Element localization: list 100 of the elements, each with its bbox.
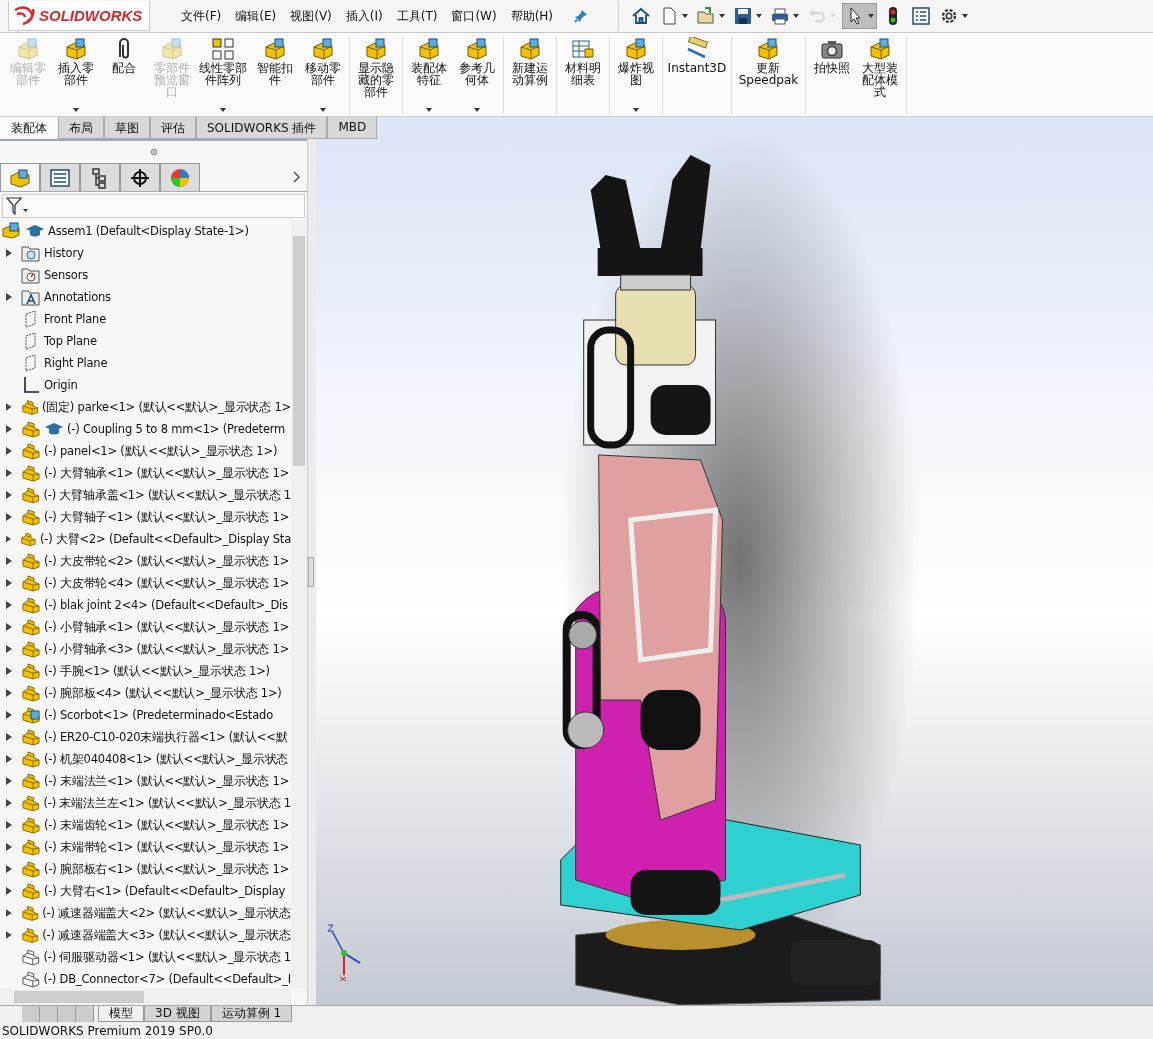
expand-arrow-icon[interactable]: [6, 777, 12, 785]
pin-icon[interactable]: [574, 9, 589, 23]
app-logo[interactable]: SOLIDWORKS: [8, 1, 150, 31]
panel-grip-icon[interactable]: [149, 148, 158, 156]
expand-arrow-icon[interactable]: [6, 843, 12, 851]
tree-item[interactable]: History: [0, 242, 291, 264]
menu-item[interactable]: 窗口(W): [444, 7, 504, 25]
tree-item[interactable]: (-) 腕部板右<1> (默认<<默认>_显示状态 1>: [0, 858, 291, 880]
command-tab[interactable]: SOLIDWORKS 插件: [196, 117, 328, 139]
filter-field[interactable]: [2, 194, 305, 218]
ribbon-button[interactable]: 配合: [100, 37, 148, 114]
tree-item[interactable]: (-) 大皮带轮<2> (默认<<默认>_显示状态 1>: [0, 550, 291, 572]
dimxpert-tab[interactable]: [120, 163, 160, 191]
tree-item[interactable]: (-) 减速器端盖大<2> (默认<<默认>_显示状态: [0, 902, 291, 924]
tree-item[interactable]: (-) 减速器端盖大<3> (默认<<默认>_显示状态: [0, 924, 291, 946]
tree-item[interactable]: Sensors: [0, 264, 291, 286]
expand-arrow-icon[interactable]: [6, 469, 12, 477]
ribbon-button[interactable]: 插入零部件: [52, 37, 100, 114]
expand-arrow-icon[interactable]: [6, 535, 12, 543]
menu-item[interactable]: 插入(I): [338, 7, 390, 25]
expand-arrow-icon[interactable]: [6, 887, 12, 895]
model-tab[interactable]: 运动算例 1: [210, 1006, 293, 1022]
horizontal-scrollbar[interactable]: [0, 989, 291, 1005]
feature-tree-tab[interactable]: [0, 163, 40, 191]
tree-item[interactable]: (-) 小臂轴承<1> (默认<<默认>_显示状态 1>: [0, 616, 291, 638]
expand-arrow-icon[interactable]: [6, 425, 12, 433]
ribbon-button[interactable]: Instant3D: [664, 37, 730, 114]
ribbon-button[interactable]: 新建运动算例: [505, 37, 554, 114]
tree-item[interactable]: (-) 末端法兰左<1> (默认<<默认>_显示状态 1: [0, 792, 291, 814]
tree-item[interactable]: (-) 手腕<1> (默认<<默认>_显示状态 1>): [0, 660, 291, 682]
expand-arrow-icon[interactable]: [6, 865, 12, 873]
expand-arrow-icon[interactable]: [6, 403, 12, 411]
tree-item[interactable]: Right Plane: [0, 352, 291, 374]
ribbon-button[interactable]: 拍快照: [807, 37, 856, 114]
properties-button[interactable]: [909, 4, 933, 28]
command-tab[interactable]: 草图: [104, 117, 150, 139]
ribbon-button[interactable]: 装配体特征: [404, 37, 453, 114]
tree-item[interactable]: (-) Scorbot<1> (Predeterminado<Estado: [0, 704, 291, 726]
expand-arrow-icon[interactable]: [6, 645, 12, 653]
configuration-tab[interactable]: [80, 163, 120, 191]
tree-item[interactable]: (-) Coupling 5 to 8 mm<1> (Predeterm: [0, 418, 291, 440]
expand-arrow-icon[interactable]: [6, 755, 12, 763]
select-button[interactable]: [842, 3, 877, 29]
expand-arrow-icon[interactable]: [6, 447, 12, 455]
tree-item[interactable]: (-) blak joint 2<4> (Default<<Default>_Dis: [0, 594, 291, 616]
tree-item[interactable]: (-) 大臂<2> (Default<<Default>_Display Sta: [0, 528, 291, 550]
tree-item[interactable]: (-) ER20-C10-020末端执行器<1> (默认<<默: [0, 726, 291, 748]
tree-item[interactable]: (-) 末端带轮<1> (默认<<默认>_显示状态 1>: [0, 836, 291, 858]
tree-item[interactable]: Front Plane: [0, 308, 291, 330]
expand-arrow-icon[interactable]: [6, 579, 12, 587]
menu-item[interactable]: 视图(V): [283, 7, 339, 25]
tree-item[interactable]: (-) 小臂轴承<3> (默认<<默认>_显示状态 1>: [0, 638, 291, 660]
ribbon-button[interactable]: 材料明细表: [558, 37, 607, 114]
tree-item[interactable]: (-) 机架040408<1> (默认<<默认>_显示状态: [0, 748, 291, 770]
command-tab[interactable]: 布局: [58, 117, 104, 139]
property-tab[interactable]: [40, 163, 80, 191]
chevron-right-icon[interactable]: [293, 171, 301, 183]
tree-item[interactable]: (-) 伺服驱动器<1> (默认<<默认>_显示状态 1: [0, 946, 291, 968]
expand-arrow-icon[interactable]: [6, 689, 12, 697]
menu-item[interactable]: 工具(T): [389, 7, 445, 25]
expand-arrow-icon[interactable]: [6, 667, 12, 675]
model-tab[interactable]: 3D 视图: [144, 1006, 211, 1022]
expand-arrow-icon[interactable]: [6, 557, 12, 565]
tree-item[interactable]: (-) panel<1> (默认<<默认>_显示状态 1>): [0, 440, 291, 462]
expand-arrow-icon[interactable]: [6, 491, 12, 499]
tree-item[interactable]: (-) 大皮带轮<4> (默认<<默认>_显示状态 1>: [0, 572, 291, 594]
expand-arrow-icon[interactable]: [6, 601, 12, 609]
menu-item[interactable]: 编辑(E): [228, 7, 284, 25]
expand-arrow-icon[interactable]: [6, 623, 12, 631]
menu-item[interactable]: 帮助(H): [503, 7, 561, 25]
vertical-scrollbar[interactable]: [291, 220, 307, 989]
expand-arrow-icon[interactable]: [6, 821, 12, 829]
model-tab[interactable]: 模型: [98, 1006, 144, 1022]
ribbon-button[interactable]: 大型装配体模式: [855, 37, 904, 114]
tree-item[interactable]: (-) 大臂右<1> (Default<<Default>_Display: [0, 880, 291, 902]
tree-item[interactable]: (-) 末端齿轮<1> (默认<<默认>_显示状态 1>: [0, 814, 291, 836]
command-tab[interactable]: 评估: [150, 117, 196, 139]
tree-item[interactable]: (-) 大臂轴子<1> (默认<<默认>_显示状态 1>: [0, 506, 291, 528]
tree-item[interactable]: Top Plane: [0, 330, 291, 352]
command-tab[interactable]: 装配体: [0, 117, 58, 139]
command-tab[interactable]: MBD: [327, 117, 378, 139]
ribbon-button[interactable]: 爆炸视图: [611, 37, 660, 114]
ribbon-button[interactable]: 智能扣件: [250, 37, 299, 114]
expand-arrow-icon[interactable]: [6, 799, 12, 807]
expand-arrow-icon[interactable]: [6, 249, 12, 257]
expand-arrow-icon[interactable]: [6, 909, 12, 917]
ribbon-button[interactable]: 线性零部件阵列: [196, 37, 251, 114]
tree-item[interactable]: (-) 大臂轴承<1> (默认<<默认>_显示状态 1>: [0, 462, 291, 484]
expand-arrow-icon[interactable]: [6, 733, 12, 741]
expand-arrow-icon[interactable]: [6, 931, 12, 939]
tree-item[interactable]: (-) 腕部板<4> (默认<<默认>_显示状态 1>): [0, 682, 291, 704]
tree-item[interactable]: Origin: [0, 374, 291, 396]
expand-arrow-icon[interactable]: [6, 293, 12, 301]
tree-item[interactable]: (-) 大臂轴承盖<1> (默认<<默认>_显示状态 1: [0, 484, 291, 506]
tree-item[interactable]: Annotations: [0, 286, 291, 308]
expand-arrow-icon[interactable]: [6, 513, 12, 521]
menu-item[interactable]: 文件(F): [174, 7, 229, 25]
ribbon-button[interactable]: 参考几何体: [452, 37, 501, 114]
tree-item[interactable]: Assem1 (Default<Display State-1>): [0, 220, 291, 242]
tree-item[interactable]: (-) 末端法兰<1> (默认<<默认>_显示状态 1>: [0, 770, 291, 792]
